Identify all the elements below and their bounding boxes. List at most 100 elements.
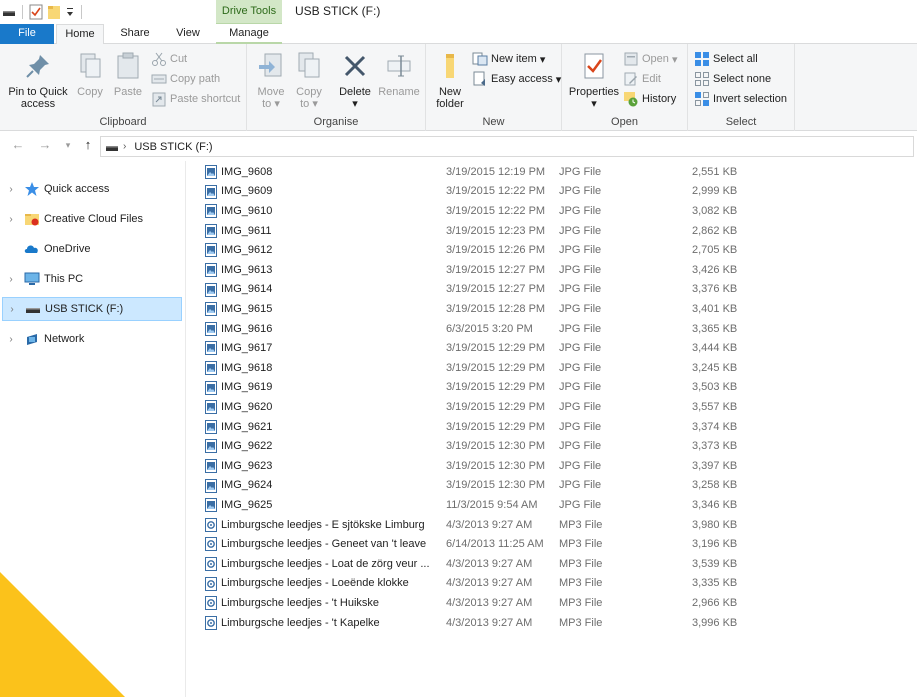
tab-view[interactable]: View: [166, 24, 210, 44]
file-date-modified: 11/3/2015 9:54 AM: [446, 498, 538, 511]
paste-button[interactable]: Paste: [110, 50, 146, 98]
file-row[interactable]: IMG_9621 3/19/2015 12:29 PM JPG File 3,374 …: [200, 417, 760, 437]
file-row[interactable]: IMG_9617 3/19/2015 12:29 PM JPG File 3,444 …: [200, 338, 760, 358]
file-type: MP3 File: [559, 538, 603, 551]
file-name: IMG_9623: [221, 459, 273, 472]
file-name: IMG_9616: [221, 322, 273, 335]
file-row[interactable]: Limburgsche leedjes - E sjtökske Limburg…: [200, 515, 760, 535]
expand-chevron-icon[interactable]: ›: [5, 304, 19, 315]
expand-chevron-icon[interactable]: ›: [4, 184, 18, 195]
file-row[interactable]: Limburgsche leedjes - 't Kapelke 4/3/2013…: [200, 613, 760, 633]
paste-shortcut-button[interactable]: Paste shortcut: [151, 90, 240, 108]
nav-item-creative-cloud-files[interactable]: › Creative Cloud Files: [2, 207, 182, 231]
file-date-modified: 4/3/2013 9:27 AM: [446, 616, 533, 629]
copy-to-label-line2: to: [300, 98, 310, 110]
file-row[interactable]: IMG_9620 3/19/2015 12:29 PM JPG File 3,557 …: [200, 397, 760, 417]
expand-chevron-icon[interactable]: ›: [4, 334, 18, 345]
tab-home[interactable]: Home: [56, 24, 104, 45]
file-size: 3,082 KB: [692, 204, 738, 217]
quick-access-toolbar: [2, 3, 84, 21]
file-type: JPG File: [559, 498, 602, 511]
rename-button[interactable]: Rename: [377, 50, 421, 98]
select-none-button[interactable]: Select none: [694, 70, 771, 88]
file-row[interactable]: IMG_9622 3/19/2015 12:30 PM JPG File 3,373 …: [200, 436, 760, 456]
file-name: IMG_9617: [221, 342, 273, 355]
tab-file[interactable]: File: [0, 24, 54, 44]
nav-item-quick-access[interactable]: › Quick access: [2, 177, 182, 201]
properties-icon[interactable]: [29, 4, 43, 20]
recent-locations-chevron-icon[interactable]: ▾: [60, 137, 76, 153]
address-bar[interactable]: › USB STICK (F:): [100, 136, 914, 157]
file-row[interactable]: IMG_9623 3/19/2015 12:30 PM JPG File 3,397 …: [200, 456, 760, 476]
edit-button[interactable]: Edit: [623, 70, 661, 88]
file-size: 3,245 KB: [692, 361, 738, 374]
chevron-down-icon: ▾: [668, 53, 678, 66]
new-folder-icon[interactable]: [47, 4, 61, 20]
cut-button[interactable]: Cut: [151, 50, 187, 68]
invert-selection-button[interactable]: Invert selection: [694, 90, 787, 108]
copy-button[interactable]: Copy: [72, 50, 108, 98]
file-date-modified: 3/19/2015 12:22 PM: [446, 204, 546, 217]
chevron-down-icon[interactable]: [65, 5, 75, 19]
select-all-button[interactable]: Select all: [694, 50, 758, 68]
select-none-label: Select none: [713, 73, 772, 85]
breadcrumb-current[interactable]: USB STICK (F:): [134, 141, 212, 153]
file-type: JPG File: [559, 440, 602, 453]
pin-to-quick-access-button[interactable]: Pin to Quick access: [6, 50, 70, 110]
delete-label: Delete: [339, 86, 371, 98]
chevron-down-icon: ▾: [352, 98, 358, 110]
file-row[interactable]: IMG_9612 3/19/2015 12:26 PM JPG File 2,705 …: [200, 240, 760, 260]
properties-button[interactable]: Properties ▾: [566, 50, 622, 110]
nav-item-onedrive[interactable]: OneDrive: [2, 237, 182, 261]
copy-path-button[interactable]: Copy path: [151, 70, 220, 88]
up-arrow-icon[interactable]: ↑: [80, 137, 96, 153]
file-row[interactable]: IMG_9616 6/3/2015 3:20 PM JPG File 3,365 KB: [200, 319, 760, 339]
new-item-button[interactable]: New item ▾: [472, 50, 545, 68]
move-to-button[interactable]: Move to ▾: [253, 50, 289, 110]
file-row[interactable]: IMG_9614 3/19/2015 12:27 PM JPG File 3,376 …: [200, 280, 760, 300]
file-size: 3,373 KB: [692, 440, 738, 453]
copy-to-button[interactable]: Copy to ▾: [291, 50, 327, 110]
file-row[interactable]: Limburgsche leedjes - 't Huikske 4/3/2013…: [200, 593, 760, 613]
chevron-down-icon: ▾: [591, 98, 597, 110]
move-to-icon: [259, 53, 282, 77]
file-row[interactable]: IMG_9613 3/19/2015 12:27 PM JPG File 3,426 …: [200, 260, 760, 280]
tab-manage[interactable]: Manage: [216, 24, 282, 44]
copy-icon: [80, 53, 101, 78]
forward-arrow-icon[interactable]: →: [37, 137, 53, 153]
file-row[interactable]: Limburgsche leedjes - Loat de zörg veur …: [200, 554, 760, 574]
file-size: 3,258 KB: [692, 479, 738, 492]
file-row[interactable]: IMG_9625 11/3/2015 9:54 AM JPG File 3,346 K…: [200, 495, 760, 515]
copy-label: Copy: [77, 86, 103, 98]
open-button[interactable]: Open ▾: [623, 50, 678, 68]
file-row[interactable]: IMG_9611 3/19/2015 12:23 PM JPG File 2,862 …: [200, 221, 760, 241]
file-name: IMG_9625: [221, 498, 273, 511]
nav-item-this-pc[interactable]: › This PC: [2, 267, 182, 291]
file-row[interactable]: IMG_9619 3/19/2015 12:29 PM JPG File 3,503 …: [200, 378, 760, 398]
expand-chevron-icon[interactable]: ›: [4, 274, 18, 285]
file-date-modified: 3/19/2015 12:28 PM: [446, 302, 546, 315]
nav-item-usb-stick[interactable]: › USB STICK (F:): [2, 297, 182, 321]
file-row[interactable]: IMG_9618 3/19/2015 12:29 PM JPG File 3,245 …: [200, 358, 760, 378]
file-row[interactable]: IMG_9624 3/19/2015 12:30 PM JPG File 3,258 …: [200, 476, 760, 496]
history-button[interactable]: History: [623, 90, 676, 108]
delete-button[interactable]: Delete ▾: [335, 50, 375, 110]
nav-item-network[interactable]: › Network: [2, 327, 182, 351]
file-row[interactable]: Limburgsche leedjes - Loeënde klokke 4/3/…: [200, 574, 760, 594]
file-row[interactable]: IMG_9610 3/19/2015 12:22 PM JPG File 3,082 …: [200, 201, 760, 221]
ribbon: Pin to Quick access Copy Paste Cut Copy …: [0, 44, 917, 131]
file-row[interactable]: Limburgsche leedjes - Geneet van 't leav…: [200, 534, 760, 554]
drive-icon[interactable]: [2, 5, 16, 19]
breadcrumb-chevron-icon[interactable]: ›: [123, 141, 126, 152]
file-row[interactable]: IMG_9615 3/19/2015 12:28 PM JPG File 3,401 …: [200, 299, 760, 319]
file-name: IMG_9610: [221, 204, 273, 217]
file-row[interactable]: IMG_9609 3/19/2015 12:22 PM JPG File 2,999 …: [200, 182, 760, 202]
new-folder-button[interactable]: New folder: [430, 50, 470, 110]
back-arrow-icon[interactable]: ←: [10, 137, 26, 153]
invert-selection-label: Invert selection: [713, 93, 787, 105]
file-name: Limburgsche leedjes - Loat de zörg veur …: [221, 557, 430, 570]
file-row[interactable]: IMG_9608 3/19/2015 12:19 PM JPG File 2,551 …: [200, 162, 760, 182]
tab-share[interactable]: Share: [112, 24, 158, 44]
expand-chevron-icon[interactable]: ›: [4, 214, 18, 225]
easy-access-button[interactable]: Easy access ▾: [472, 70, 561, 88]
